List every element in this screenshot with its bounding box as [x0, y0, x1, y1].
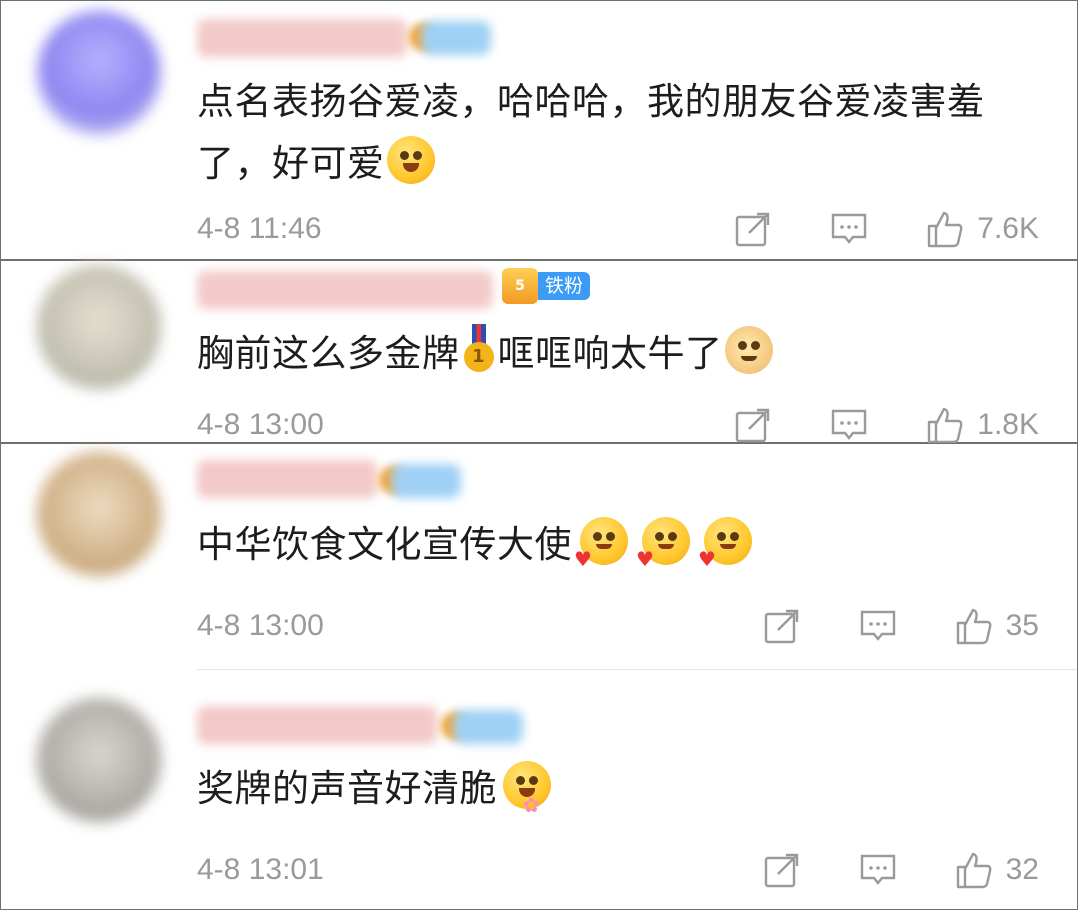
avatar[interactable]	[37, 265, 161, 389]
heart-hug-emoji: ♥	[574, 517, 628, 569]
share-icon[interactable]	[733, 209, 773, 249]
gold-medal-icon: 1	[463, 324, 494, 376]
like-icon[interactable]	[954, 850, 994, 890]
flower-emoji: ✿	[503, 761, 551, 815]
fan-badge[interactable]: 5 铁粉	[502, 268, 591, 304]
divider	[197, 669, 1077, 670]
heart-hug-emoji: ♥	[636, 517, 690, 569]
comment-icon[interactable]	[829, 405, 869, 445]
like-count: 35	[1005, 609, 1039, 642]
like-icon[interactable]	[925, 209, 965, 249]
timestamp: 4-8 13:00	[197, 408, 324, 441]
share-icon[interactable]	[762, 850, 802, 890]
avatar[interactable]	[37, 11, 161, 135]
comment-text: 中华饮食文化宣传大使 ♥ ♥ ♥	[197, 514, 1047, 576]
vip-tag	[421, 21, 491, 55]
username[interactable]	[197, 460, 377, 498]
comment-card: 点名表扬谷爱凌，哈哈哈，我的朋友谷爱凌害羞了，好可爱 4-8 11:46 7.6…	[0, 0, 1078, 260]
like-icon[interactable]	[925, 405, 965, 445]
comment-card: 中华饮食文化宣传大使 ♥ ♥ ♥ 4-8 13:00 35 奖牌的声音好清脆 ✿ 4-8…	[0, 443, 1078, 910]
shy-smile-emoji	[386, 136, 435, 184]
heart-hug-emoji: ♥	[698, 517, 752, 569]
like-count: 7.6K	[977, 212, 1039, 245]
comment-icon[interactable]	[858, 606, 898, 646]
avatar[interactable]	[37, 698, 161, 822]
doge-emoji	[724, 326, 773, 374]
comment-meta: 4-8 13:00 35	[197, 606, 1039, 646]
comment-icon[interactable]	[829, 209, 869, 249]
avatar[interactable]	[37, 452, 161, 576]
comment-icon[interactable]	[858, 850, 898, 890]
like-icon[interactable]	[954, 606, 994, 646]
timestamp: 4-8 11:46	[197, 212, 322, 245]
share-icon[interactable]	[762, 606, 802, 646]
comment-text: 点名表扬谷爱凌，哈哈哈，我的朋友谷爱凌害羞了，好可爱	[197, 80, 985, 185]
comment-meta: 4-8 11:46 7.6K	[197, 209, 1039, 249]
vip-tag	[453, 710, 523, 744]
like-count: 1.8K	[977, 408, 1039, 441]
comment-meta: 4-8 13:00 1.8K	[197, 405, 1039, 445]
fan-badge-label: 铁粉	[538, 272, 591, 300]
comment-text: 奖牌的声音好清脆 ✿	[197, 758, 1047, 820]
username[interactable]	[197, 271, 493, 309]
like-count: 32	[1005, 853, 1039, 886]
timestamp: 4-8 13:00	[197, 609, 324, 642]
comment-meta: 4-8 13:01 32	[197, 850, 1039, 890]
username[interactable]	[197, 706, 437, 744]
comment-text: 胸前这么多金牌 1 哐哐响太牛了	[197, 323, 1047, 385]
crown-icon: 5	[502, 268, 538, 304]
share-icon[interactable]	[733, 405, 773, 445]
username[interactable]	[197, 19, 407, 57]
timestamp: 4-8 13:01	[197, 853, 324, 886]
vip-tag	[391, 464, 461, 498]
